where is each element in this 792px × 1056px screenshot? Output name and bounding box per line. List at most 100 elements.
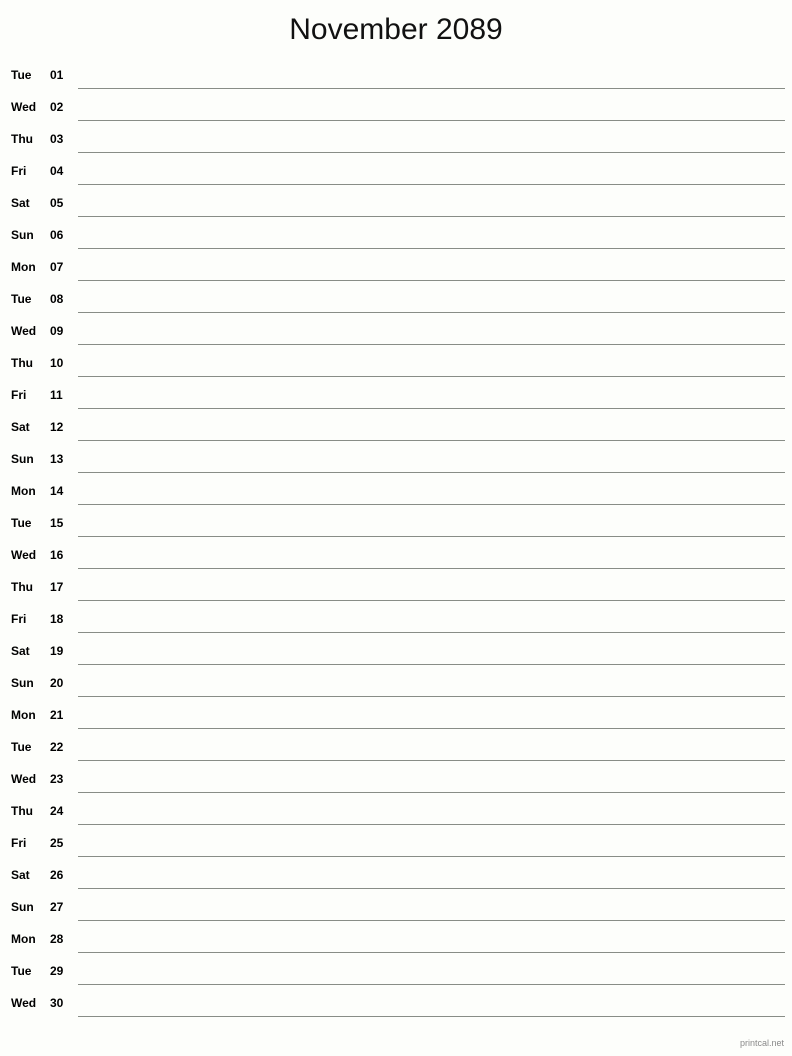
day-writing-line[interactable] (78, 472, 785, 473)
day-number-label: 27 (50, 900, 64, 914)
day-weekday-label: Wed (11, 324, 37, 338)
day-writing-line[interactable] (78, 152, 785, 153)
day-row: Wed 23 (0, 766, 792, 798)
day-writing-line[interactable] (78, 568, 785, 569)
day-writing-line[interactable] (78, 376, 785, 377)
day-writing-line[interactable] (78, 536, 785, 537)
day-row: Fri 04 (0, 158, 792, 190)
calendar-page: November 2089 Tue 01 Wed 02 Thu 03 Fri 04 Sat 05 S… (0, 0, 792, 1056)
day-row: Tue 08 (0, 286, 792, 318)
day-writing-line[interactable] (78, 184, 785, 185)
day-writing-line[interactable] (78, 792, 785, 793)
day-weekday-label: Wed (11, 100, 37, 114)
day-row: Wed 30 (0, 990, 792, 1022)
day-writing-line[interactable] (78, 664, 785, 665)
day-number-label: 12 (50, 420, 64, 434)
day-writing-line[interactable] (78, 824, 785, 825)
day-writing-line[interactable] (78, 504, 785, 505)
day-weekday-label: Thu (11, 356, 33, 370)
day-weekday-label: Sun (11, 676, 34, 690)
day-row: Sat 05 (0, 190, 792, 222)
day-weekday-label: Sat (11, 644, 30, 658)
day-row: Wed 09 (0, 318, 792, 350)
day-row: Mon 21 (0, 702, 792, 734)
day-number-label: 16 (50, 548, 64, 562)
day-writing-line[interactable] (78, 984, 785, 985)
page-title: November 2089 (289, 13, 503, 46)
day-row: Tue 15 (0, 510, 792, 542)
day-number-label: 23 (50, 772, 64, 786)
day-row: Tue 01 (0, 62, 792, 94)
day-weekday-label: Sun (11, 228, 34, 242)
day-writing-line[interactable] (78, 248, 785, 249)
day-writing-line[interactable] (78, 728, 785, 729)
day-writing-line[interactable] (78, 440, 785, 441)
day-row: Sat 26 (0, 862, 792, 894)
day-weekday-label: Tue (11, 68, 32, 82)
day-row: Thu 10 (0, 350, 792, 382)
day-writing-line[interactable] (78, 760, 785, 761)
day-writing-line[interactable] (78, 952, 785, 953)
day-writing-line[interactable] (78, 88, 785, 89)
day-writing-line[interactable] (78, 600, 785, 601)
day-number-label: 03 (50, 132, 64, 146)
day-weekday-label: Mon (11, 260, 36, 274)
day-weekday-label: Tue (11, 516, 32, 530)
day-number-label: 21 (50, 708, 64, 722)
day-row: Fri 11 (0, 382, 792, 414)
day-writing-line[interactable] (78, 312, 785, 313)
day-number-label: 30 (50, 996, 64, 1010)
day-weekday-label: Tue (11, 964, 32, 978)
day-weekday-label: Sat (11, 868, 30, 882)
day-weekday-label: Sat (11, 196, 30, 210)
day-row: Mon 14 (0, 478, 792, 510)
day-row: Thu 03 (0, 126, 792, 158)
day-writing-line[interactable] (78, 920, 785, 921)
day-weekday-label: Sat (11, 420, 30, 434)
day-row: Fri 18 (0, 606, 792, 638)
day-writing-line[interactable] (78, 280, 785, 281)
day-number-label: 06 (50, 228, 64, 242)
day-number-label: 25 (50, 836, 64, 850)
day-number-label: 10 (50, 356, 64, 370)
day-number-label: 19 (50, 644, 64, 658)
day-number-label: 22 (50, 740, 64, 754)
day-writing-line[interactable] (78, 856, 785, 857)
day-number-label: 18 (50, 612, 64, 626)
day-row: Sat 12 (0, 414, 792, 446)
day-row: Sat 19 (0, 638, 792, 670)
day-row: Mon 07 (0, 254, 792, 286)
day-row: Sun 06 (0, 222, 792, 254)
day-writing-line[interactable] (78, 696, 785, 697)
day-weekday-label: Fri (11, 612, 27, 626)
day-weekday-label: Fri (11, 388, 27, 402)
day-number-label: 11 (50, 388, 63, 402)
day-row: Wed 02 (0, 94, 792, 126)
day-weekday-label: Thu (11, 132, 33, 146)
day-row: Thu 17 (0, 574, 792, 606)
day-number-label: 14 (50, 484, 64, 498)
day-number-label: 20 (50, 676, 64, 690)
day-number-label: 01 (50, 68, 64, 82)
day-number-label: 02 (50, 100, 64, 114)
day-writing-line[interactable] (78, 408, 785, 409)
day-weekday-label: Tue (11, 292, 32, 306)
day-writing-line[interactable] (78, 632, 785, 633)
day-weekday-label: Wed (11, 996, 37, 1010)
day-weekday-label: Tue (11, 740, 32, 754)
day-number-label: 05 (50, 196, 64, 210)
day-number-label: 08 (50, 292, 64, 306)
day-weekday-label: Sun (11, 900, 34, 914)
day-writing-line[interactable] (78, 344, 785, 345)
day-weekday-label: Mon (11, 932, 36, 946)
day-rows-list: Tue 01 Wed 02 Thu 03 Fri 04 Sat 05 Sun 06 Mon 07 Tue 08… (0, 62, 792, 1022)
day-writing-line[interactable] (78, 216, 785, 217)
day-number-label: 26 (50, 868, 64, 882)
day-weekday-label: Mon (11, 484, 36, 498)
day-writing-line[interactable] (78, 1016, 785, 1017)
day-writing-line[interactable] (78, 120, 785, 121)
day-number-label: 09 (50, 324, 64, 338)
day-weekday-label: Wed (11, 548, 37, 562)
day-row: Sun 20 (0, 670, 792, 702)
day-writing-line[interactable] (78, 888, 785, 889)
